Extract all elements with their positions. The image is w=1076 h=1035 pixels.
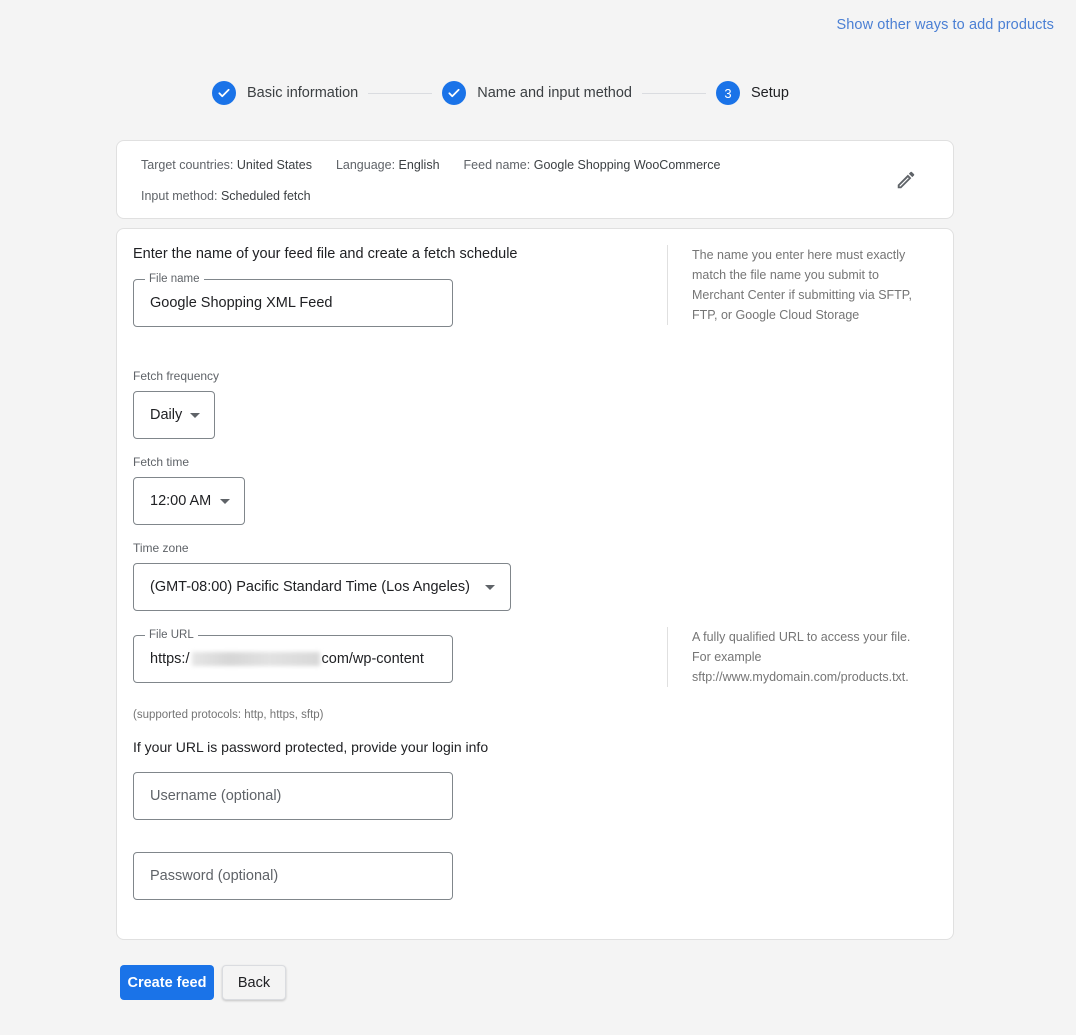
language: Language: English [335,158,440,172]
login-info-title: If your URL is password protected, provi… [133,739,489,755]
fetch-frequency-select[interactable]: Daily [133,391,215,439]
dropdown-arrow-icon [220,499,230,504]
file-name-value: Google Shopping XML Feed [150,295,333,311]
file-url-help: A fully qualified URL to access your fil… [667,627,932,687]
edit-button[interactable] [895,169,917,191]
supported-protocols-note: (supported protocols: http, https, sftp) [133,709,324,721]
file-url-value: https:/com/wp-content [150,651,424,667]
password-placeholder: Password (optional) [150,868,279,884]
file-name-label: File name [145,272,204,286]
show-other-ways-link[interactable]: Show other ways to add products [837,17,1055,33]
file-url-label: File URL [145,628,198,642]
time-zone-select[interactable]: (GMT-08:00) Pacific Standard Time (Los A… [133,563,511,611]
input-method: Input method: Scheduled fetch [141,189,311,203]
file-name-field[interactable]: File name Google Shopping XML Feed [133,272,453,327]
dropdown-arrow-icon [190,413,200,418]
feed-summary-card: Target countries: United States Language… [116,140,954,219]
step-label: Name and input method [477,85,632,101]
redacted-domain [191,652,320,667]
fetch-time-label: Fetch time [133,455,190,469]
step-label: Setup [750,85,789,101]
fetch-frequency-value: Daily [150,407,183,423]
file-url-field[interactable]: File URL https:/com/wp-content [133,628,453,683]
fetch-time-select[interactable]: 12:00 AM [133,477,245,525]
create-feed-button[interactable]: Create feed [120,965,214,1000]
fetch-time-value: 12:00 AM [150,493,212,509]
back-button[interactable]: Back [222,965,286,1000]
dropdown-arrow-icon [485,585,495,590]
step-basic-information[interactable]: Basic information [212,81,358,105]
fetch-frequency-label: Fetch frequency [133,369,220,383]
password-input[interactable]: Password (optional) [133,852,453,900]
step-setup: 3 Setup [715,81,789,105]
step-connector [368,92,433,94]
step-label: Basic information [247,85,359,101]
pencil-icon [897,171,915,189]
feed-name: Feed name: Google Shopping WooCommerce [463,158,721,172]
target-countries: Target countries: United States [141,158,312,172]
section-title: Enter the name of your feed file and cre… [133,246,518,262]
time-zone-label: Time zone [133,541,189,555]
check-icon [442,81,467,105]
check-icon [212,81,236,105]
step-name-and-input-method[interactable]: Name and input method [442,81,632,105]
file-name-help: The name you enter here must exactly mat… [667,245,928,325]
username-placeholder: Username (optional) [150,788,282,804]
stepper: Basic information Name and input method … [212,80,789,106]
setup-form-card: Enter the name of your feed file and cre… [116,228,954,940]
step-number: 3 [715,81,740,105]
username-input[interactable]: Username (optional) [133,772,453,820]
time-zone-value: (GMT-08:00) Pacific Standard Time (Los A… [150,579,470,595]
step-connector [641,92,706,94]
